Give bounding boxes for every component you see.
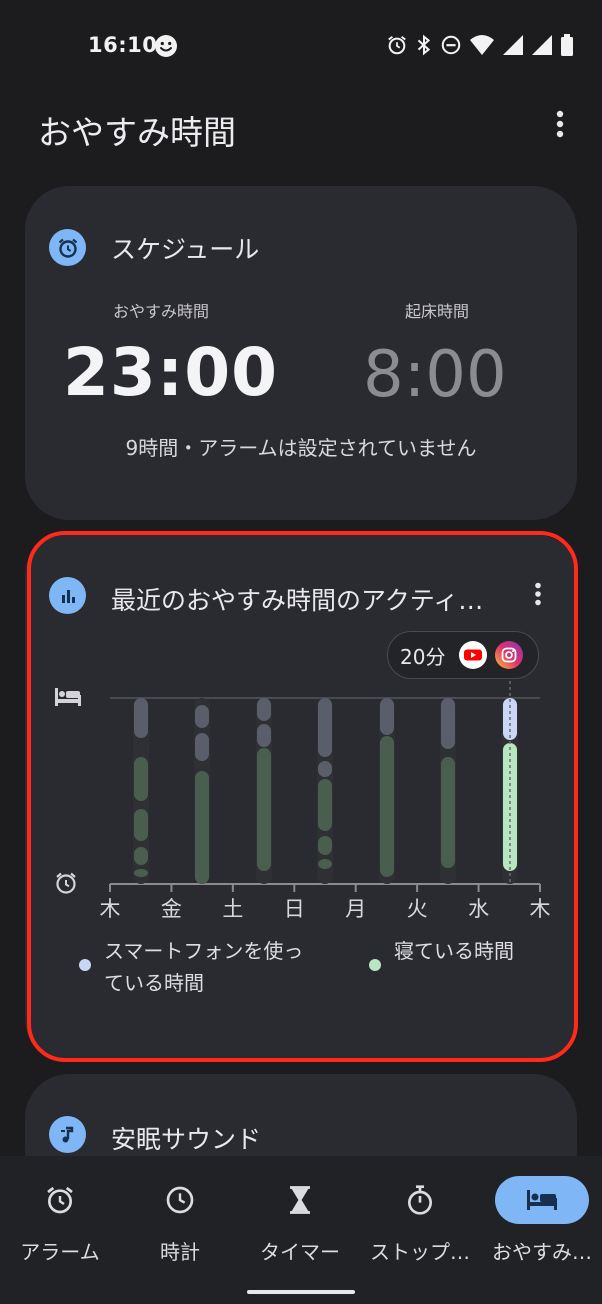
legend-sleep-dot	[369, 959, 381, 971]
sleep-segment	[134, 869, 148, 877]
stopwatch-icon	[373, 1176, 467, 1224]
sleep-segment	[134, 757, 148, 801]
x-tick-label: 金	[161, 897, 182, 921]
sleep-segment	[134, 847, 148, 865]
signal-icon	[503, 35, 523, 55]
sleep-segment	[441, 757, 455, 868]
usage-duration: 20分	[400, 644, 446, 669]
legend-phone-line1: スマートフォンを使っ	[104, 939, 304, 963]
instagram-icon	[495, 641, 524, 669]
bedtime-label: おやすみ時間	[113, 302, 210, 321]
dnd-icon	[441, 35, 461, 55]
legend-phone-line2: ている時間	[104, 971, 204, 995]
sound-title: 安眠サウンド	[111, 1125, 262, 1154]
phone-use-segment	[195, 705, 209, 728]
bluetooth-icon	[417, 34, 431, 56]
x-tick-label: 木	[100, 897, 121, 921]
phone-use-segment	[257, 724, 271, 747]
more-options-button[interactable]	[540, 104, 580, 144]
youtube-icon	[459, 641, 488, 669]
nav-alarm[interactable]: アラーム	[0, 1156, 120, 1276]
bedtime-value[interactable]: 23:00	[63, 334, 278, 411]
usage-pill[interactable]: 20分	[387, 631, 539, 679]
legend-phone: スマートフォンを使っ ている時間	[104, 935, 303, 999]
nav-clock-label: 時計	[160, 1240, 200, 1264]
nav-alarm-label: アラーム	[20, 1240, 100, 1264]
smiley-icon	[155, 35, 177, 57]
schedule-summary: 9時間・アラームは設定されていません	[125, 436, 477, 460]
sleep-segment	[318, 859, 332, 869]
schedule-title: スケジュール	[111, 235, 260, 264]
sleep-segment	[195, 771, 209, 884]
nav-stopwatch[interactable]: ストップ…	[360, 1156, 480, 1276]
x-tick-label: 日	[284, 897, 305, 921]
status-bar: 16:10	[0, 0, 602, 92]
x-tick-label: 土	[222, 897, 243, 921]
sleep-segment	[318, 779, 332, 831]
page-title: おやすみ時間	[38, 113, 236, 152]
battery-icon	[561, 34, 573, 56]
phone-use-segment	[318, 698, 332, 757]
alarm-icon	[56, 872, 76, 894]
x-tick-label: 火	[407, 897, 428, 921]
sleep-segment	[380, 736, 394, 877]
more-vert-icon	[556, 110, 564, 138]
nav-clock[interactable]: 時計	[120, 1156, 240, 1276]
bedtime-activity-card[interactable]: 最近のおやすみ時間のアクティ… 木金土日月火水木 20分 スマートフォンを使っ …	[25, 535, 577, 1059]
nav-timer-label: タイマー	[260, 1240, 340, 1264]
status-icons	[386, 34, 574, 56]
phone-use-segment	[441, 698, 455, 749]
bed-icon	[55, 688, 81, 706]
nav-timer[interactable]: タイマー	[240, 1156, 360, 1276]
phone-use-segment	[318, 761, 332, 777]
legend-sleep: 寝ている時間	[394, 939, 514, 963]
alarm-icon	[49, 229, 86, 266]
sleep-segment	[318, 836, 332, 855]
phone-use-segment	[134, 698, 148, 738]
x-tick-label: 月	[345, 897, 366, 921]
nav-bedtime[interactable]: おやすみ…	[482, 1156, 602, 1276]
wifi-icon	[470, 35, 494, 55]
activity-chart: 木金土日月火水木	[55, 645, 551, 921]
sleep-segment	[134, 809, 148, 841]
wake-value[interactable]: 8:00	[363, 338, 507, 412]
x-tick-label: 木	[530, 897, 551, 921]
phone-use-segment	[257, 698, 271, 721]
bottom-nav: アラーム 時計 タイマー ストップ… おやすみ…	[0, 1156, 602, 1304]
alarm-icon	[13, 1176, 107, 1224]
nav-bedtime-label: おやすみ…	[492, 1240, 592, 1264]
x-tick-label: 水	[468, 897, 489, 921]
music-note-icon	[49, 1116, 86, 1153]
wake-label: 起床時間	[405, 302, 470, 321]
home-indicator	[247, 1290, 355, 1294]
phone-use-segment	[380, 698, 394, 735]
hourglass-icon	[253, 1176, 347, 1224]
legend-phone-dot	[79, 959, 91, 971]
bed-icon	[495, 1176, 589, 1224]
phone-use-segment	[195, 733, 209, 761]
clock-icon	[133, 1176, 227, 1224]
schedule-card[interactable]: スケジュール おやすみ時間 23:00 起床時間 8:00 9時間・アラームは設…	[25, 186, 577, 520]
nav-stopwatch-label: ストップ…	[370, 1240, 470, 1264]
sleep-segment	[257, 748, 271, 871]
status-time: 16:10	[88, 33, 158, 57]
signal-icon	[532, 35, 552, 55]
alarm-icon	[388, 35, 406, 55]
